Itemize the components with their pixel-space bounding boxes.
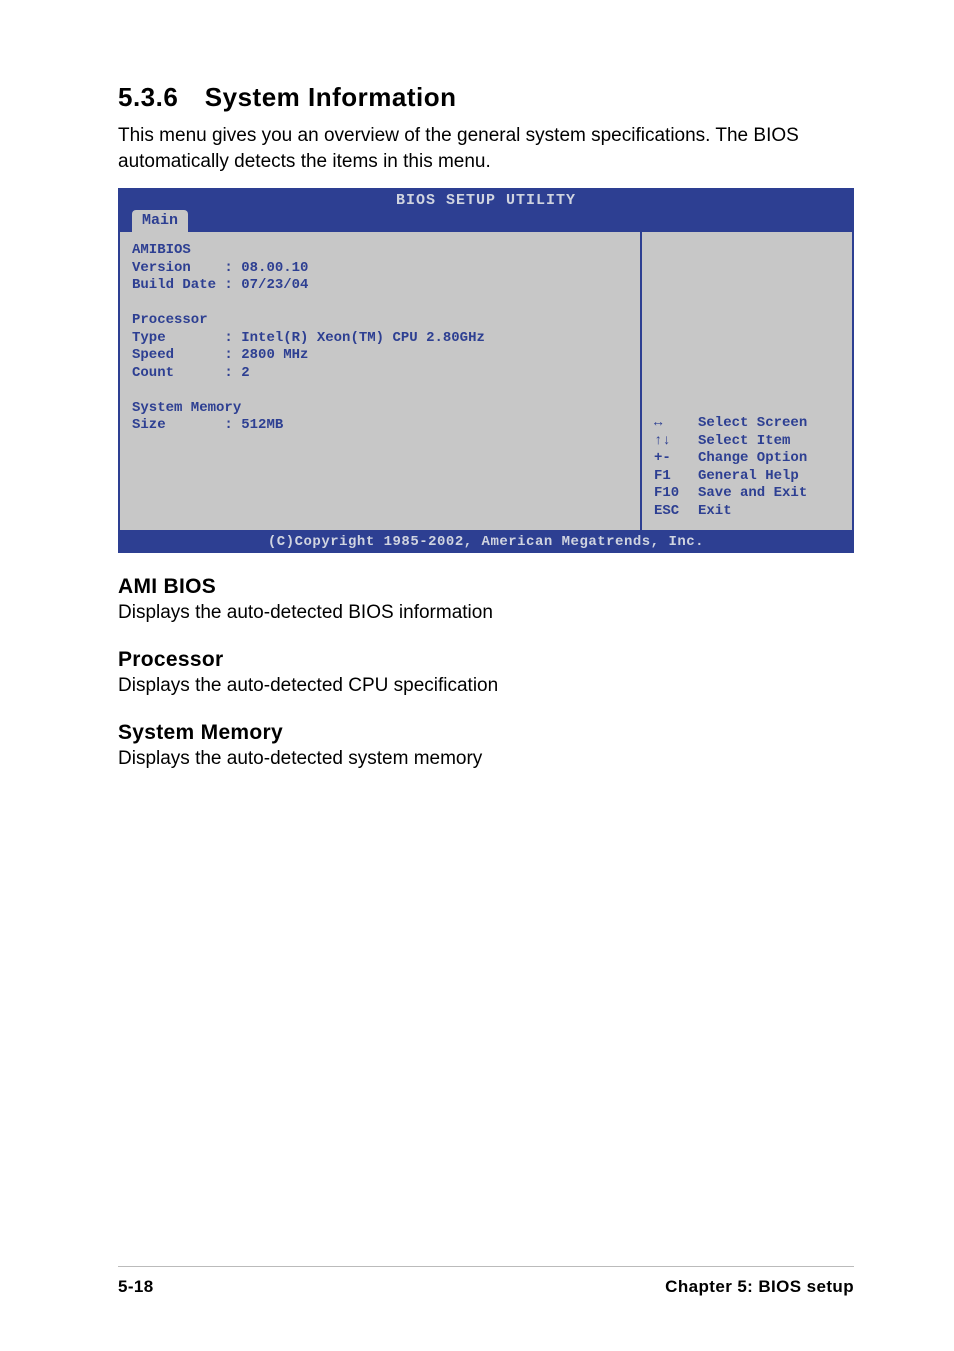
section-number: 5.3.6 <box>118 82 178 113</box>
help-select-item: ↑↓ Select Item <box>654 433 842 451</box>
ami-bios-text: Displays the auto-detected BIOS informat… <box>118 601 854 626</box>
build-date-label: Build Date <box>132 277 216 293</box>
help-save-exit: F10 Save and Exit <box>654 485 842 503</box>
processor-text: Displays the auto-detected CPU specifica… <box>118 674 854 699</box>
left-right-arrow-icon: ↔ <box>654 415 668 433</box>
bios-title: BIOS SETUP UTILITY <box>118 190 854 210</box>
proc-count-value: 2 <box>241 365 249 381</box>
proc-speed-value: 2800 MHz <box>241 347 308 363</box>
system-memory-heading: System Memory <box>118 721 854 745</box>
amibios-label: AMIBIOS <box>132 242 191 258</box>
proc-type-label: Type <box>132 330 166 346</box>
bios-left-pane: AMIBIOS Version : 08.00.10 Build Date : … <box>118 232 642 532</box>
proc-type-value: Intel(R) Xeon(TM) CPU 2.80GHz <box>241 330 485 346</box>
section-title: System Information <box>205 82 457 113</box>
help-select-screen: ↔ Select Screen <box>654 415 842 433</box>
bios-copyright: (C)Copyright 1985-2002, American Megatre… <box>118 532 854 553</box>
help-change-option: +- Change Option <box>654 450 842 468</box>
system-memory-label: System Memory <box>132 400 241 416</box>
bios-tab-main: Main <box>132 210 188 232</box>
intro-paragraph: This menu gives you an overview of the g… <box>118 123 854 174</box>
ami-bios-heading: AMI BIOS <box>118 575 854 599</box>
processor-heading: Processor <box>118 648 854 672</box>
page-footer: 5-18 Chapter 5: BIOS setup <box>118 1266 854 1297</box>
proc-count-label: Count <box>132 365 174 381</box>
help-exit: ESC Exit <box>654 503 842 521</box>
build-date-value: 07/23/04 <box>241 277 308 293</box>
bios-help-block: ↔ Select Screen ↑↓ Select Item +- Change… <box>654 415 842 520</box>
system-memory-text: Displays the auto-detected system memory <box>118 747 854 772</box>
chapter-label: Chapter 5: BIOS setup <box>665 1277 854 1297</box>
bios-tab-row: Main <box>118 210 854 232</box>
up-down-arrow-icon: ↑↓ <box>654 433 668 451</box>
memory-size-label: Size <box>132 417 166 433</box>
page-number: 5-18 <box>118 1277 154 1297</box>
version-label: Version <box>132 260 191 276</box>
proc-speed-label: Speed <box>132 347 174 363</box>
processor-label: Processor <box>132 312 208 328</box>
section-heading: 5.3.6 System Information <box>118 82 854 113</box>
bios-right-pane: ↔ Select Screen ↑↓ Select Item +- Change… <box>642 232 854 532</box>
version-value: 08.00.10 <box>241 260 308 276</box>
bios-body: AMIBIOS Version : 08.00.10 Build Date : … <box>118 232 854 532</box>
help-general-help: F1 General Help <box>654 468 842 486</box>
memory-size-value: 512MB <box>241 417 283 433</box>
bios-setup-utility: BIOS SETUP UTILITY Main AMIBIOS Version … <box>118 188 854 553</box>
